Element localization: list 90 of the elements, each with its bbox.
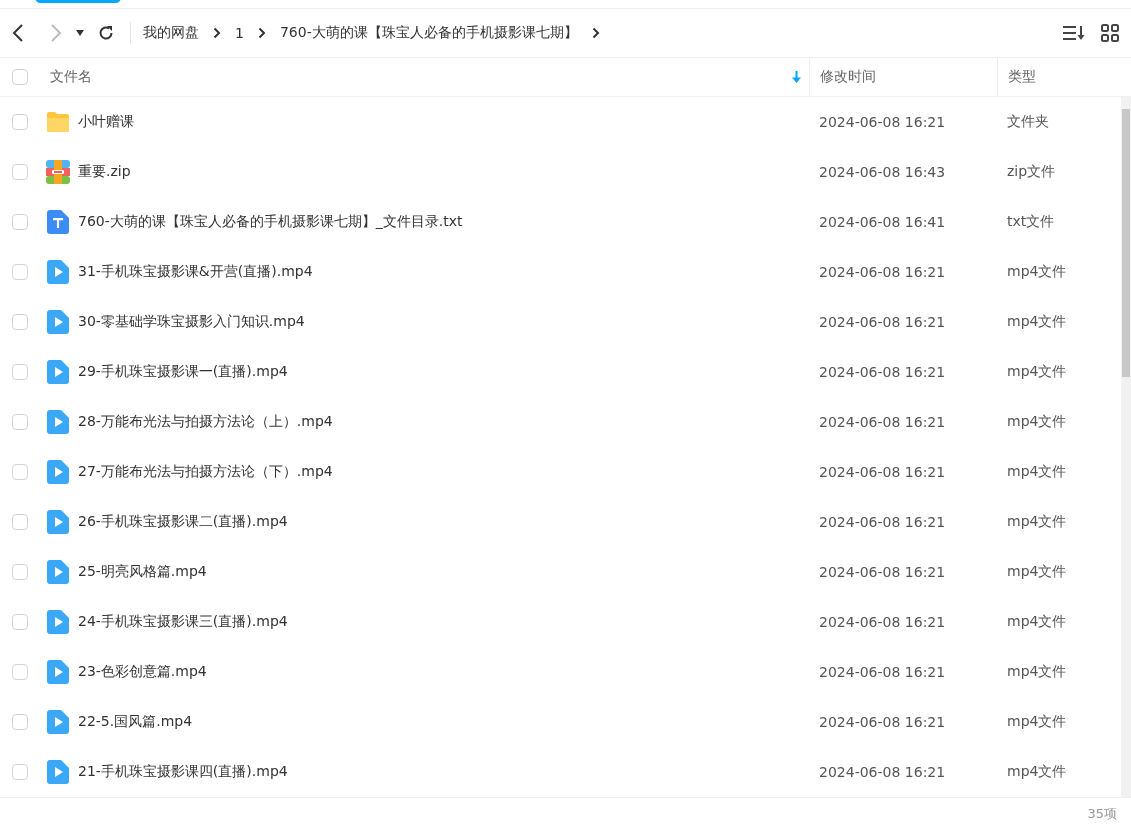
modified-time: 2024-06-08 16:21 — [818, 414, 947, 430]
row-checkbox[interactable] — [12, 514, 28, 530]
row-checkbox[interactable] — [12, 764, 28, 780]
file-type: txt文件 — [1006, 213, 1056, 231]
file-type: mp4文件 — [1006, 463, 1068, 481]
file-name[interactable]: 重要.zip — [78, 163, 809, 181]
modified-time: 2024-06-08 16:21 — [818, 714, 947, 730]
modified-time: 2024-06-08 16:21 — [818, 114, 947, 130]
row-checkbox[interactable] — [12, 564, 28, 580]
select-all-checkbox[interactable] — [12, 69, 28, 85]
modified-time: 2024-06-08 16:21 — [818, 764, 947, 780]
video-file-icon — [47, 660, 69, 684]
archive-icon — [46, 160, 70, 184]
folder-icon — [46, 111, 70, 133]
video-file-icon — [47, 760, 69, 784]
row-checkbox[interactable] — [12, 264, 28, 280]
file-type: mp4文件 — [1006, 663, 1068, 681]
row-checkbox[interactable] — [12, 614, 28, 630]
file-name[interactable]: 27-万能布光法与拍摄方法论（下）.mp4 — [78, 463, 809, 481]
video-file-icon — [47, 610, 69, 634]
modified-time: 2024-06-08 16:41 — [818, 214, 947, 230]
row-checkbox[interactable] — [12, 214, 28, 230]
file-name[interactable]: 23-色彩创意篇.mp4 — [78, 663, 809, 681]
video-file-icon — [47, 710, 69, 734]
scrollbar[interactable] — [1121, 97, 1131, 797]
file-name[interactable]: 30-零基础学珠宝摄影入门知识.mp4 — [78, 313, 809, 331]
file-name[interactable]: 25-明亮风格篇.mp4 — [78, 563, 809, 581]
item-count: 35项 — [1087, 805, 1117, 823]
row-checkbox[interactable] — [12, 664, 28, 680]
row-checkbox[interactable] — [12, 164, 28, 180]
file-type: mp4文件 — [1006, 263, 1068, 281]
breadcrumb-link[interactable]: 1 — [235, 25, 244, 41]
back-icon[interactable] — [12, 24, 24, 42]
breadcrumb-link[interactable]: 760-大萌的课【珠宝人必备的手机摄影课七期】 — [279, 24, 578, 42]
file-name[interactable]: 29-手机珠宝摄影课一(直播).mp4 — [78, 363, 809, 381]
video-file-icon — [47, 560, 69, 584]
file-name[interactable]: 28-万能布光法与拍摄方法论（上）.mp4 — [78, 413, 809, 431]
file-type: mp4文件 — [1006, 563, 1068, 581]
modified-time: 2024-06-08 16:21 — [818, 564, 947, 580]
modified-time: 2024-06-08 16:21 — [818, 264, 947, 280]
column-header[interactable]: 文件名 — [50, 68, 92, 86]
text-file-icon — [47, 210, 69, 234]
modified-time: 2024-06-08 16:21 — [818, 464, 947, 480]
video-file-icon — [47, 310, 69, 334]
file-name[interactable]: 760-大萌的课【珠宝人必备的手机摄影课七期】_文件目录.txt — [78, 213, 809, 231]
file-type: mp4文件 — [1006, 613, 1068, 631]
file-type: mp4文件 — [1006, 713, 1068, 731]
modified-time: 2024-06-08 16:21 — [818, 664, 947, 680]
file-type: mp4文件 — [1006, 313, 1068, 331]
modified-time: 2024-06-08 16:21 — [818, 514, 947, 530]
row-checkbox[interactable] — [12, 114, 28, 130]
chevron-right-icon — [257, 27, 266, 39]
video-file-icon — [47, 510, 69, 534]
video-file-icon — [47, 360, 69, 384]
dropdown-icon[interactable] — [76, 30, 84, 36]
row-checkbox[interactable] — [12, 414, 28, 430]
modified-time: 2024-06-08 16:21 — [818, 314, 947, 330]
row-checkbox[interactable] — [12, 364, 28, 380]
row-checkbox[interactable] — [12, 464, 28, 480]
video-file-icon — [47, 460, 69, 484]
modified-time: 2024-06-08 16:21 — [818, 614, 947, 630]
file-name[interactable]: 26-手机珠宝摄影课二(直播).mp4 — [78, 513, 809, 531]
file-type: mp4文件 — [1006, 363, 1068, 381]
file-type: mp4文件 — [1006, 763, 1068, 781]
modified-time: 2024-06-08 16:21 — [818, 364, 947, 380]
file-type: zip文件 — [1006, 163, 1057, 181]
file-type: mp4文件 — [1006, 513, 1068, 531]
column-header[interactable]: 类型 — [1008, 68, 1036, 86]
column-header[interactable]: 修改时间 — [820, 68, 876, 86]
file-type: mp4文件 — [1006, 413, 1068, 431]
row-checkbox[interactable] — [12, 314, 28, 330]
scrollbar-thumb[interactable] — [1122, 109, 1130, 377]
breadcrumb-link[interactable]: 我的网盘 — [143, 24, 199, 42]
file-name[interactable]: 小叶赠课 — [78, 113, 809, 131]
file-name[interactable]: 21-手机珠宝摄影课四(直播).mp4 — [78, 763, 809, 781]
video-file-icon — [47, 410, 69, 434]
chevron-right-icon — [591, 27, 600, 39]
file-name[interactable]: 22-5.国风篇.mp4 — [78, 713, 809, 731]
sort-down-icon[interactable] — [792, 71, 801, 83]
forward-icon[interactable] — [50, 24, 62, 42]
row-checkbox[interactable] — [12, 714, 28, 730]
refresh-icon[interactable] — [98, 25, 114, 41]
sort-icon[interactable] — [1063, 25, 1085, 41]
file-name[interactable]: 31-手机珠宝摄影课&开营(直播).mp4 — [78, 263, 809, 281]
grid-view-icon[interactable] — [1101, 24, 1119, 42]
file-type: 文件夹 — [1006, 113, 1050, 131]
file-name[interactable]: 24-手机珠宝摄影课三(直播).mp4 — [78, 613, 809, 631]
modified-time: 2024-06-08 16:43 — [818, 164, 947, 180]
chevron-right-icon — [213, 27, 221, 39]
video-file-icon — [47, 260, 69, 284]
